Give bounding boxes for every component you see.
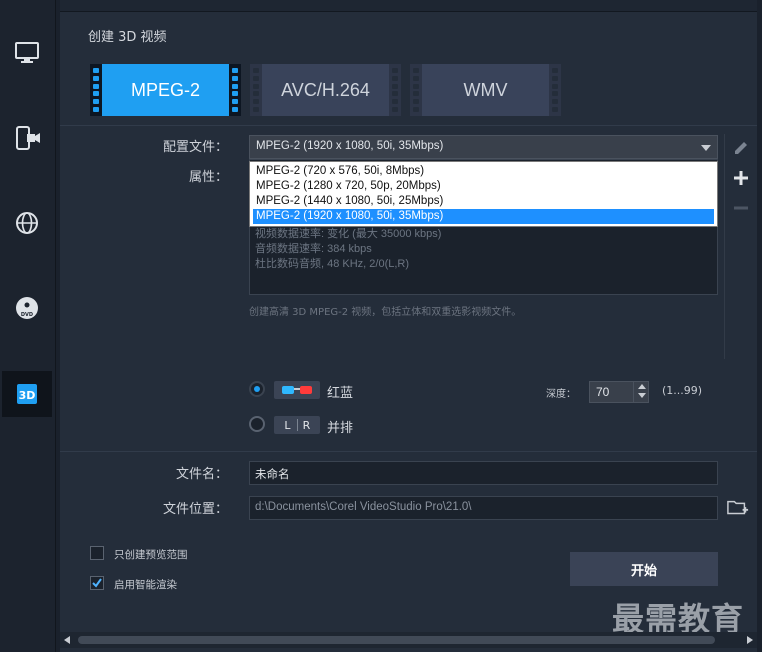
depth-range: (1...99) [662,384,703,397]
sidebar-item-computer[interactable] [2,30,52,76]
divider [60,451,757,452]
profile-dropdown-list: MPEG-2 (720 x 576, 50i, 8Mbps) MPEG-2 (1… [249,161,718,227]
sidebar-item-device[interactable] [2,115,52,161]
3d-icon-label: 3D [19,389,36,402]
3d-icon: 3D [17,384,37,404]
depth-label: 深度： [546,389,576,400]
film-perforation-left [410,64,422,116]
profile-option[interactable]: MPEG-2 (1280 x 720, 50p, 20Mbps) [253,179,714,194]
profile-option-selected[interactable]: MPEG-2 (1920 x 1080, 50i, 35Mbps) [253,209,714,224]
chevron-down-icon [701,145,711,151]
globe-icon [16,212,38,234]
tab-mpeg2[interactable]: MPEG-2 [90,64,241,116]
scroll-right-icon[interactable] [747,636,753,644]
profile-option[interactable]: MPEG-2 (1440 x 1080, 50i, 25Mbps) [253,194,714,209]
tab-avc-h264[interactable]: AVC/H.264 [250,64,401,116]
properties-label: 属性： [188,170,228,185]
divider [60,125,757,126]
film-perforation-right [389,64,401,116]
chevron-up-icon[interactable] [637,384,646,389]
browse-folder-button[interactable] [727,497,749,519]
scroll-left-icon[interactable] [64,636,70,644]
depth-value: 70 [596,385,610,399]
profile-select-value: MPEG-2 (1920 x 1080, 50i, 35Mbps) [256,140,444,152]
main-panel: 创建 3D 视频 MPEG-2 AVC/H.264 WMV 配置文件： MPEG… [60,12,757,652]
anaglyph-radio[interactable] [249,381,265,397]
tab-wmv-label: WMV [463,79,508,100]
property-line: 杜比数码音频, 48 KHz, 2/0(L,R) [255,258,410,270]
filename-input[interactable]: 未命名 [249,461,718,485]
tab-wmv[interactable]: WMV [410,64,561,116]
horizontal-scrollbar[interactable] [60,632,757,648]
side-by-side-lr-icon: L R [274,416,320,434]
tab-mpeg2-label: MPEG-2 [130,79,200,100]
minus-icon [734,206,748,210]
profile-label: 配置文件： [162,140,228,155]
folder-add-icon [727,500,749,515]
red-blue-glasses-icon [274,381,320,399]
remove-profile-button[interactable] [730,197,752,219]
property-line: 视频数据速率: 变化 (最大 35000 kbps) [255,228,442,240]
profile-option[interactable]: MPEG-2 (720 x 576, 50i, 8Mbps) [253,164,714,179]
property-line: 音频数据速率: 384 kbps [255,243,372,255]
preview-range-checkbox[interactable] [90,546,104,560]
smart-render-checkbox[interactable] [90,576,104,590]
sidebar-item-web[interactable] [2,200,52,246]
plus-icon [734,171,748,185]
film-perforation-right [549,64,561,116]
profile-select[interactable]: MPEG-2 (1920 x 1080, 50i, 35Mbps) [249,135,718,159]
start-button[interactable]: 开始 [570,552,718,586]
film-perforation-left [250,64,262,116]
monitor-icon [15,42,39,63]
scroll-thumb[interactable] [78,636,715,644]
preview-range-label: 只创建预览范围 [114,549,188,561]
start-button-label: 开始 [630,563,657,579]
side-by-side-label: 并排 [327,421,354,436]
badge-left: L [284,418,291,432]
location-label: 文件位置： [162,502,228,517]
depth-stepper[interactable] [633,381,649,403]
profile-description: 创建高清 3D MPEG-2 视频，包括立体和双重选影视频文件。 [249,307,522,318]
location-input[interactable]: d:\Documents\Corel VideoStudio Pro\21.0\ [249,496,718,520]
svg-text:DVD: DVD [21,312,33,318]
sidebar-item-3d[interactable]: 3D [2,371,52,417]
dvd-disc-icon: DVD [16,297,38,319]
pencil-icon [735,142,747,154]
window-top-edge [60,0,757,12]
tab-avc-label: AVC/H.264 [281,79,370,100]
side-by-side-radio[interactable] [249,416,265,432]
sidebar: DVD 3D [0,0,56,652]
smart-render-label: 启用智能渲染 [114,579,177,591]
mobile-device-icon [16,126,40,150]
edit-profile-button[interactable] [730,136,752,158]
location-value: d:\Documents\Corel VideoStudio Pro\21.0\ [255,501,472,513]
add-profile-button[interactable] [730,167,752,189]
filename-value: 未命名 [255,469,290,481]
film-perforation-right [229,64,241,116]
side-toolbar-divider [724,134,725,359]
badge-right: R [302,418,311,432]
page-title: 创建 3D 视频 [88,30,167,45]
checkmark-icon [92,578,102,588]
sidebar-item-disc[interactable]: DVD [2,285,52,331]
film-perforation-left [90,64,102,116]
chevron-down-icon[interactable] [637,393,646,398]
filename-label: 文件名： [175,467,228,482]
anaglyph-label: 红蓝 [327,386,354,401]
